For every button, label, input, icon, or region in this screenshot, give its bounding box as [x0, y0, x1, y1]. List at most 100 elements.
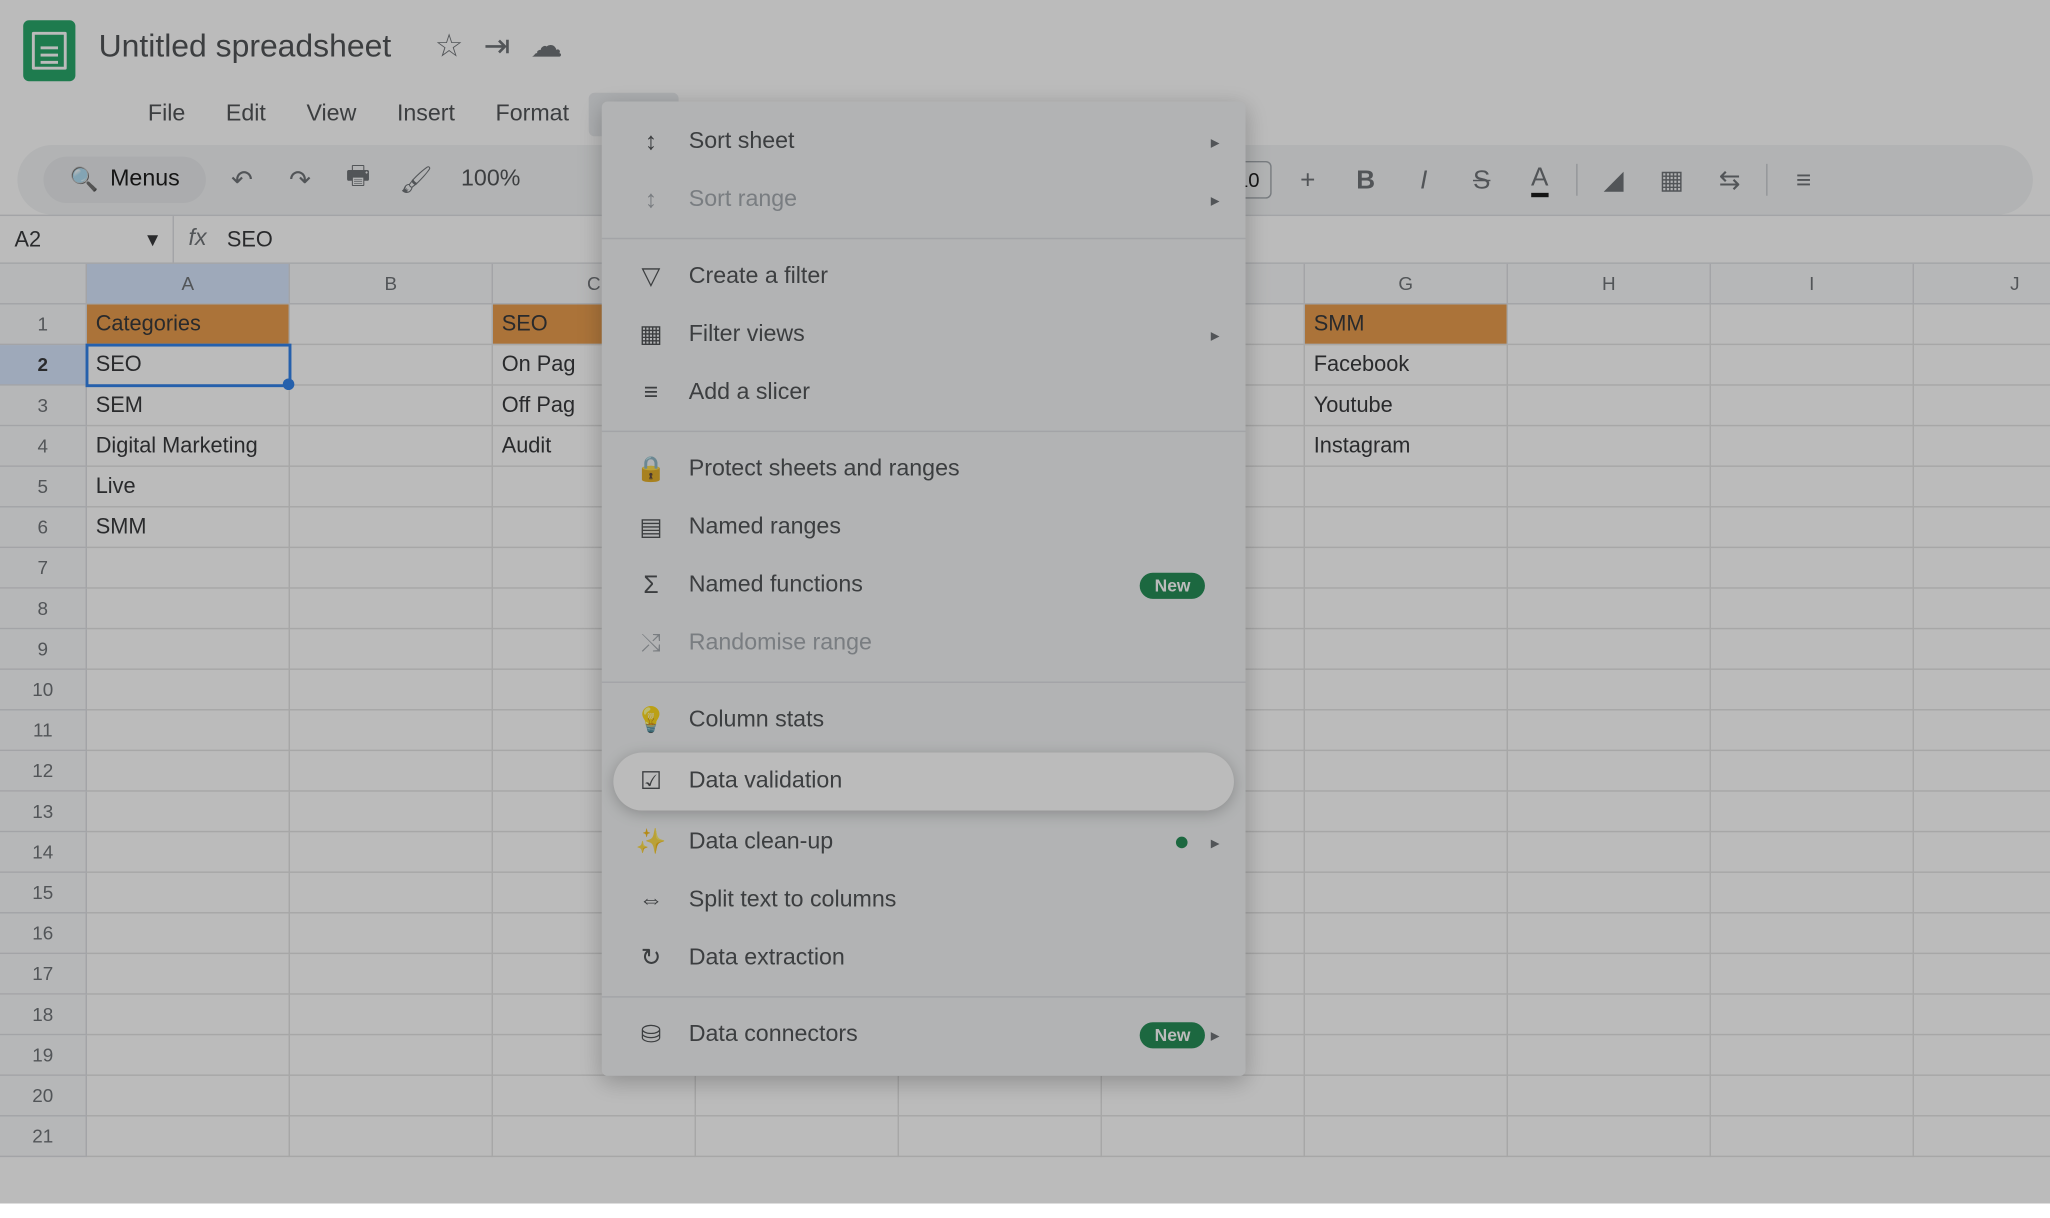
cell[interactable]	[1508, 345, 1711, 386]
cell[interactable]	[1305, 670, 1508, 711]
cell[interactable]	[1305, 1076, 1508, 1117]
row-header[interactable]: 14	[0, 832, 87, 873]
cell[interactable]	[1914, 1035, 2050, 1076]
cell[interactable]	[1305, 629, 1508, 670]
undo-button[interactable]: ↶	[220, 158, 264, 202]
cell[interactable]	[1305, 914, 1508, 955]
cell[interactable]	[1508, 386, 1711, 427]
strike-button[interactable]: S	[1460, 158, 1504, 202]
cell[interactable]	[290, 1035, 493, 1076]
cell[interactable]	[1305, 995, 1508, 1036]
formula-input[interactable]: SEO	[221, 227, 279, 252]
cell[interactable]	[1711, 873, 1914, 914]
cell[interactable]	[1711, 629, 1914, 670]
row-header[interactable]: 6	[0, 508, 87, 549]
cell[interactable]	[1711, 1117, 1914, 1158]
cell[interactable]	[1914, 792, 2050, 833]
row-header[interactable]: 10	[0, 670, 87, 711]
cell[interactable]	[1508, 467, 1711, 508]
cell[interactable]	[1305, 1117, 1508, 1158]
cell[interactable]	[1914, 873, 2050, 914]
row-header[interactable]: 21	[0, 1117, 87, 1158]
cell[interactable]	[1914, 1076, 2050, 1117]
font-size-increase[interactable]: +	[1286, 158, 1330, 202]
menu-create-filter[interactable]: ▽ Create a filter	[602, 248, 1246, 306]
cell[interactable]	[1914, 426, 2050, 467]
cell[interactable]	[1711, 670, 1914, 711]
cell[interactable]	[1711, 305, 1914, 346]
cell[interactable]	[1102, 1117, 1305, 1158]
cell[interactable]	[290, 629, 493, 670]
cell[interactable]: Facebook	[1305, 345, 1508, 386]
cell[interactable]	[1711, 426, 1914, 467]
cell[interactable]	[290, 711, 493, 752]
cell[interactable]	[290, 508, 493, 549]
star-icon[interactable]: ☆	[435, 28, 464, 66]
cell[interactable]	[1711, 995, 1914, 1036]
cell[interactable]	[87, 589, 290, 630]
cell[interactable]	[1711, 548, 1914, 589]
cell[interactable]	[1305, 467, 1508, 508]
row-header[interactable]: 19	[0, 1035, 87, 1076]
italic-button[interactable]: I	[1402, 158, 1446, 202]
cell[interactable]	[87, 832, 290, 873]
menus-search[interactable]: 🔍 Menus	[44, 157, 206, 203]
cell[interactable]	[1711, 711, 1914, 752]
row-header[interactable]: 16	[0, 914, 87, 955]
cell[interactable]	[1711, 589, 1914, 630]
cell[interactable]: Youtube	[1305, 386, 1508, 427]
cell[interactable]	[87, 1035, 290, 1076]
align-button[interactable]: ≡	[1782, 158, 1826, 202]
cell[interactable]	[1711, 345, 1914, 386]
borders-button[interactable]: ▦	[1650, 158, 1694, 202]
cell[interactable]	[87, 873, 290, 914]
row-header[interactable]: 1	[0, 305, 87, 346]
cell[interactable]	[290, 751, 493, 792]
cell[interactable]	[696, 1117, 899, 1158]
cell[interactable]	[290, 548, 493, 589]
menu-named-functions[interactable]: Σ Named functions New	[602, 557, 1246, 615]
bold-button[interactable]: B	[1344, 158, 1388, 202]
cell[interactable]	[1914, 954, 2050, 995]
cell[interactable]	[1305, 873, 1508, 914]
fill-color-button[interactable]: ◢	[1592, 158, 1636, 202]
cell[interactable]	[290, 873, 493, 914]
cell[interactable]: Instagram	[1305, 426, 1508, 467]
cell[interactable]	[1508, 792, 1711, 833]
cloud-icon[interactable]: ☁	[531, 28, 563, 66]
cell[interactable]	[1914, 832, 2050, 873]
row-header[interactable]: 20	[0, 1076, 87, 1117]
cell[interactable]	[1508, 629, 1711, 670]
menu-filter-views[interactable]: ▦ Filter views ▸	[602, 306, 1246, 364]
cell[interactable]	[87, 670, 290, 711]
cell[interactable]	[1914, 629, 2050, 670]
row-header[interactable]: 9	[0, 629, 87, 670]
text-color-button[interactable]: A	[1518, 158, 1562, 202]
cell[interactable]	[87, 548, 290, 589]
cell[interactable]: SMM	[87, 508, 290, 549]
cell[interactable]	[1305, 792, 1508, 833]
cell[interactable]	[1914, 508, 2050, 549]
row-header[interactable]: 11	[0, 711, 87, 752]
cell[interactable]	[87, 751, 290, 792]
cell[interactable]	[1508, 589, 1711, 630]
menu-data-connectors[interactable]: ⛁ Data connectors New ▸	[602, 1006, 1246, 1064]
cell[interactable]	[1914, 914, 2050, 955]
col-header-G[interactable]: G	[1305, 264, 1508, 305]
row-header[interactable]: 12	[0, 751, 87, 792]
cell-selected[interactable]: SEO	[87, 345, 290, 386]
cell[interactable]	[1711, 1076, 1914, 1117]
cell[interactable]	[87, 629, 290, 670]
cell[interactable]	[290, 589, 493, 630]
menu-file[interactable]: File	[128, 93, 206, 137]
menu-protect-sheets[interactable]: 🔒 Protect sheets and ranges	[602, 441, 1246, 499]
cell[interactable]	[290, 954, 493, 995]
cell[interactable]	[1914, 305, 2050, 346]
col-header-I[interactable]: I	[1711, 264, 1914, 305]
cell[interactable]	[1711, 386, 1914, 427]
cell[interactable]	[1305, 548, 1508, 589]
cell[interactable]	[1508, 873, 1711, 914]
cell[interactable]	[1508, 508, 1711, 549]
menu-split-text[interactable]: ⇔ Split text to columns	[602, 871, 1246, 929]
cell[interactable]	[1305, 589, 1508, 630]
